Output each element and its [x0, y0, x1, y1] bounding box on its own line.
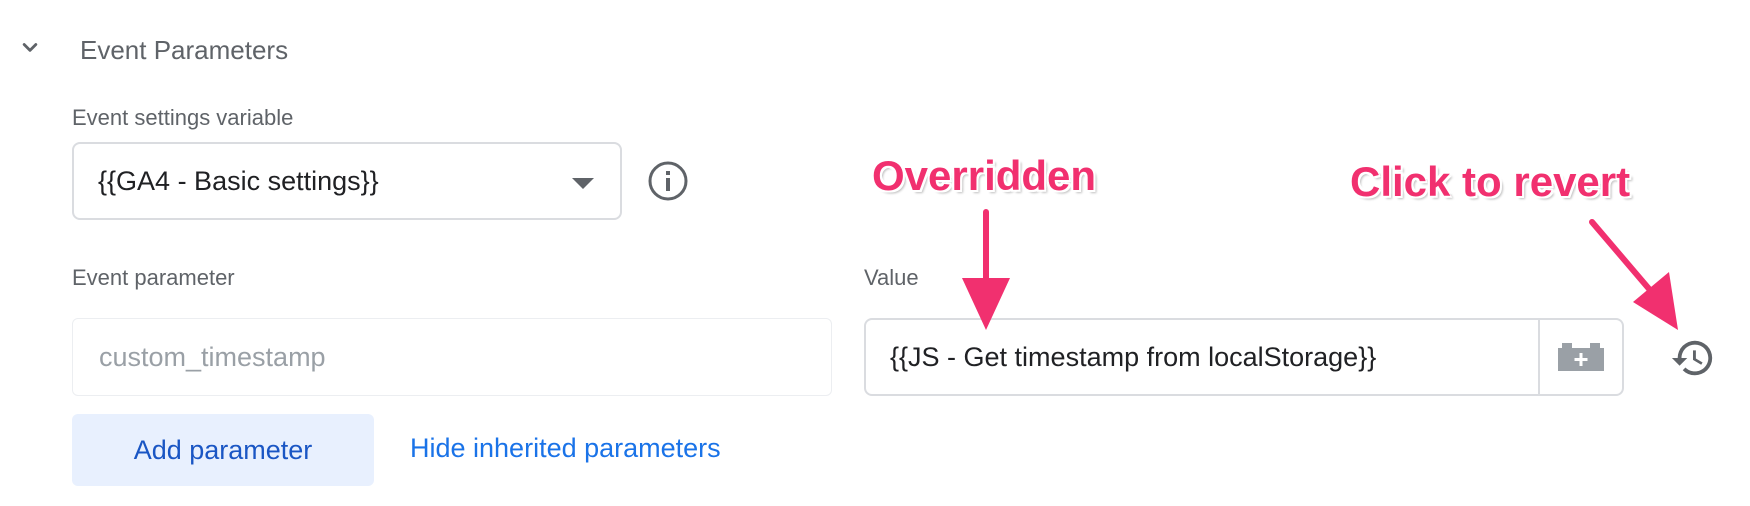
- annotation-arrows: [962, 209, 1678, 330]
- overridden-arrow: [962, 209, 1010, 330]
- revert-arrow: [1589, 219, 1678, 330]
